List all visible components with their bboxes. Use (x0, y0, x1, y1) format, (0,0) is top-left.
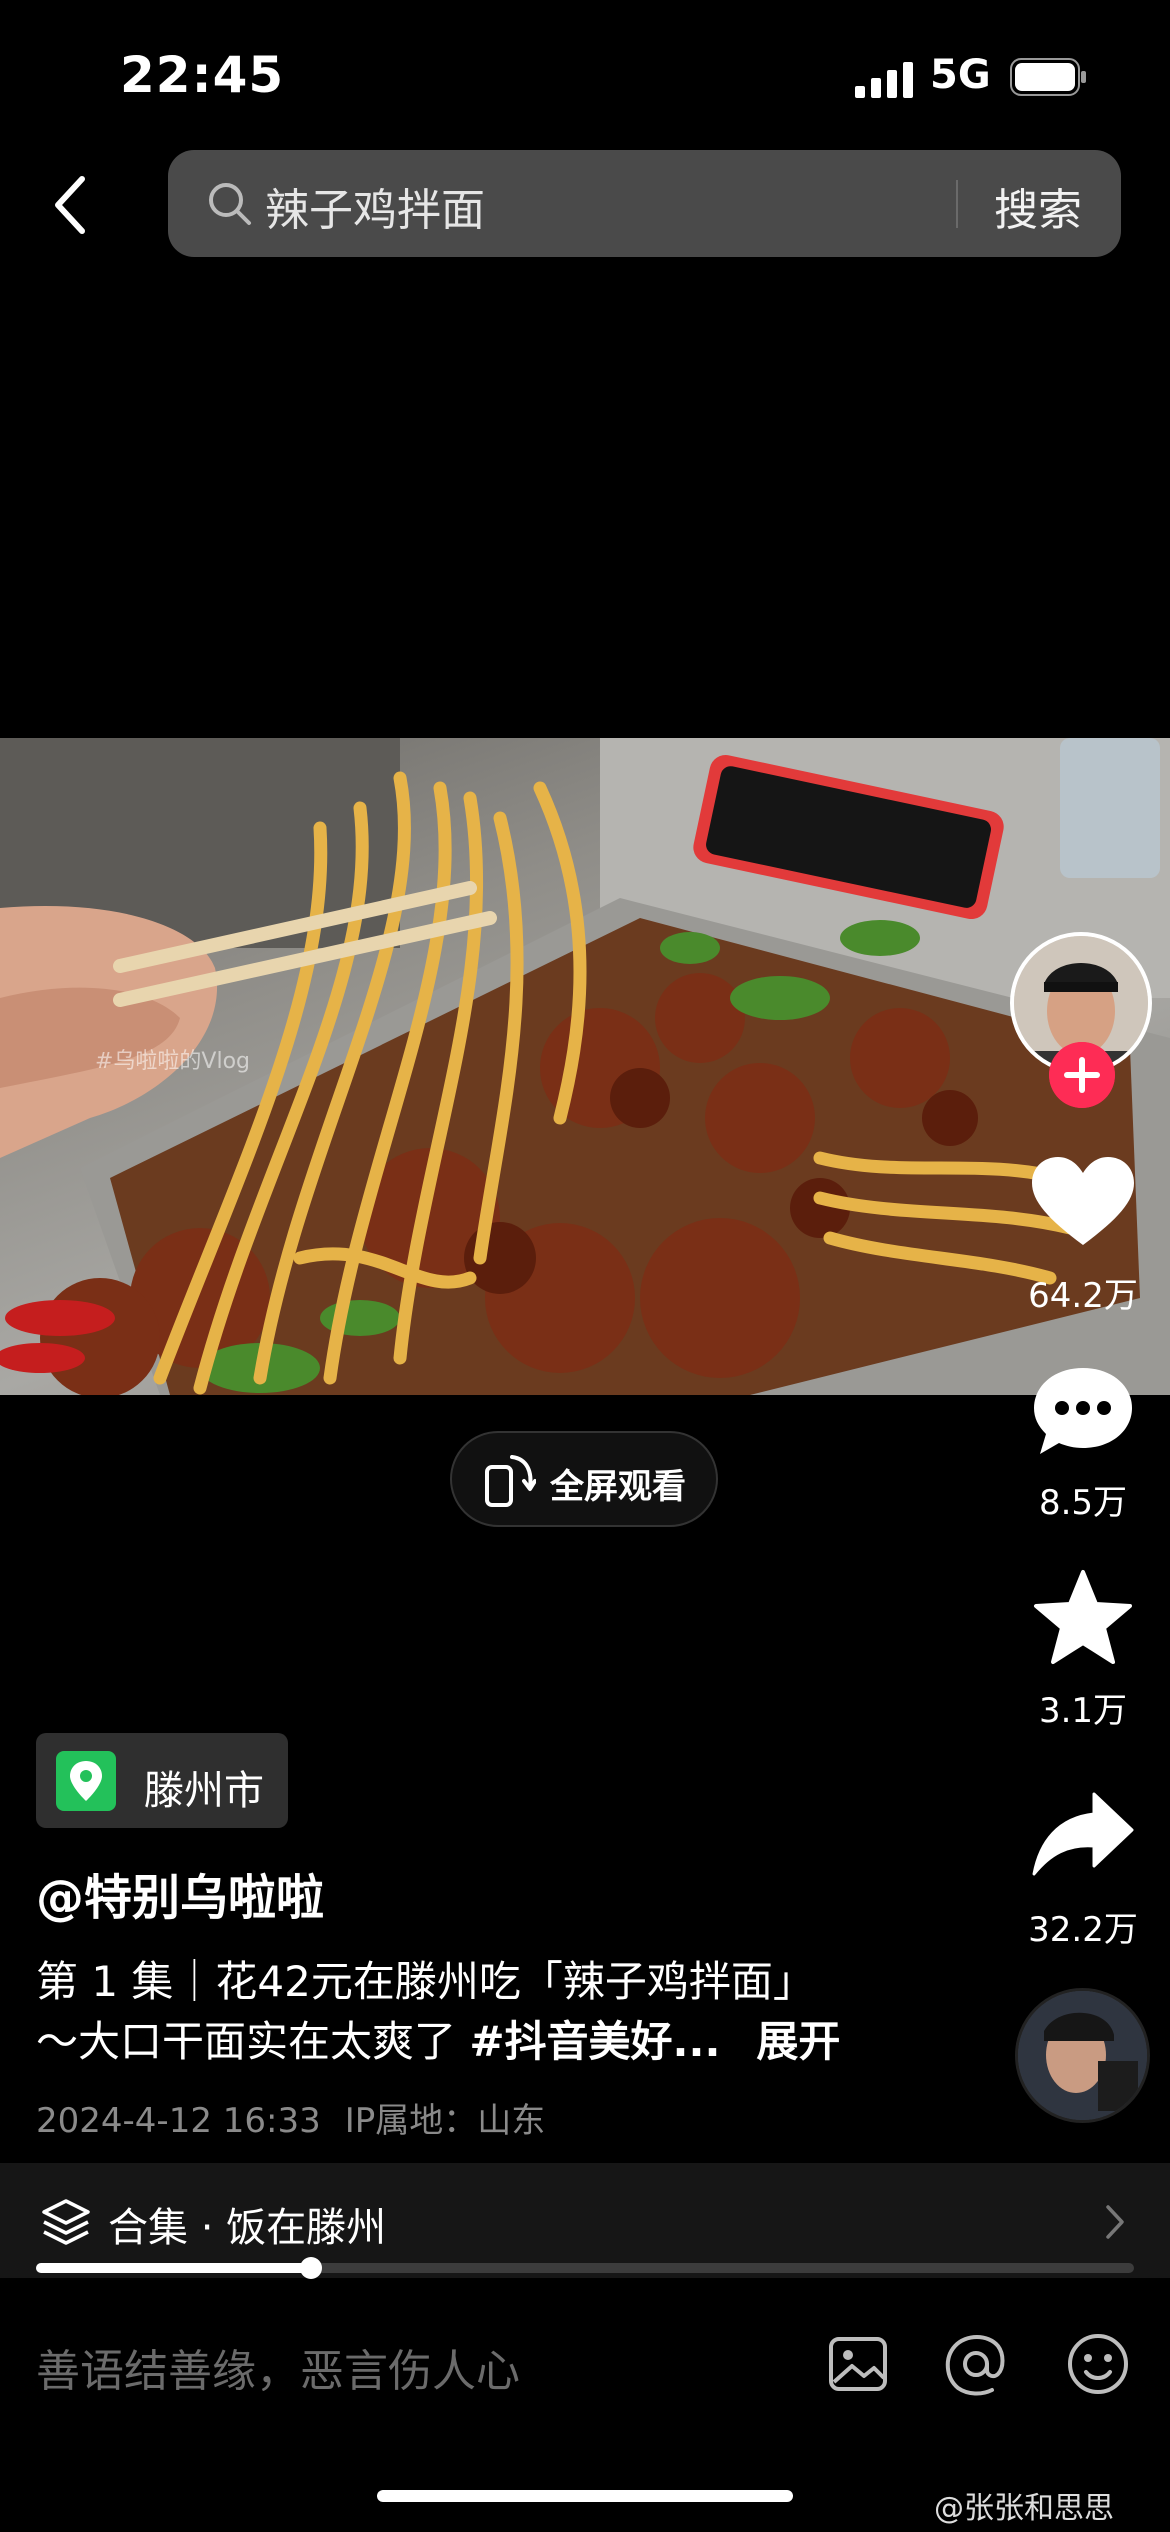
overlay-watermark: @张张和思思 (934, 2491, 1114, 2526)
battery-icon (1010, 58, 1086, 96)
expand-button[interactable]: 展开 (756, 2017, 840, 2066)
network-type: 5G (930, 52, 991, 98)
fullscreen-icon (485, 1455, 536, 1507)
search-input[interactable]: 辣子鸡拌面 (265, 174, 485, 238)
author-name[interactable]: @特别乌啦啦 (36, 1858, 324, 1928)
comment-icon[interactable] (1028, 1362, 1138, 1462)
hashtag-link[interactable]: #抖音美好... (469, 2017, 720, 2066)
collection-bar[interactable]: 合集 · 饭在滕州 (0, 2163, 1170, 2278)
fullscreen-button[interactable]: 全屏观看 (450, 1431, 718, 1527)
star-icon[interactable] (1028, 1568, 1138, 1668)
like-count: 64.2万 (1028, 1276, 1138, 1316)
search-button[interactable]: 搜索 (994, 174, 1082, 238)
location-tag[interactable]: 滕州市 (36, 1733, 288, 1828)
signal-icon (855, 62, 913, 98)
description-line2: ～大口干面实在太爽了 #抖音美好... 展开 (36, 2008, 840, 2069)
chevron-right-icon (1106, 2205, 1124, 2239)
at-icon[interactable] (942, 2330, 1010, 2398)
back-icon[interactable] (50, 175, 90, 235)
heart-icon[interactable] (1028, 1153, 1138, 1253)
status-time: 22:45 (120, 46, 285, 104)
location-pin-icon (56, 1751, 116, 1811)
description-text: ～大口干面实在太爽了 (36, 2017, 470, 2066)
progress-fill (36, 2263, 311, 2273)
share-icon[interactable] (1028, 1786, 1138, 1886)
progress-handle[interactable] (299, 2257, 322, 2279)
search-icon (209, 183, 251, 225)
home-indicator (377, 2490, 793, 2502)
post-datetime: 2024-4-12 16:33 (36, 2101, 321, 2141)
location-label: 滕州市 (144, 1768, 264, 1814)
video-progress-bar[interactable] (36, 2257, 1134, 2279)
post-meta: 2024-4-12 16:33 IP属地：山东 (36, 2093, 545, 2142)
collection-icon (42, 2199, 90, 2245)
share-count: 32.2万 (1028, 1910, 1138, 1950)
video-player[interactable]: #乌啦啦的Vlog (0, 738, 1170, 1395)
follow-button[interactable] (1049, 1042, 1115, 1108)
video-watermark: #乌啦啦的Vlog (95, 1049, 251, 1074)
favorite-count: 3.1万 (1038, 1691, 1128, 1731)
music-disc[interactable] (1015, 1988, 1150, 2123)
search-bar[interactable]: 辣子鸡拌面 搜索 (168, 150, 1121, 257)
music-cover-image (1018, 1991, 1147, 2120)
ip-location: IP属地：山东 (344, 2101, 546, 2141)
image-icon[interactable] (824, 2330, 892, 2398)
comment-input[interactable]: 善语结善缘，恶言伤人心 (36, 2335, 520, 2399)
collection-label: 合集 · 饭在滕州 (108, 2205, 387, 2251)
description-line1: 第 1 集｜花42元在滕州吃「辣子鸡拌面」 (36, 1957, 815, 2006)
search-divider (956, 180, 958, 228)
emoji-icon[interactable] (1064, 2330, 1132, 2398)
fullscreen-label: 全屏观看 (550, 1467, 686, 1507)
comment-count: 8.5万 (1038, 1483, 1128, 1523)
